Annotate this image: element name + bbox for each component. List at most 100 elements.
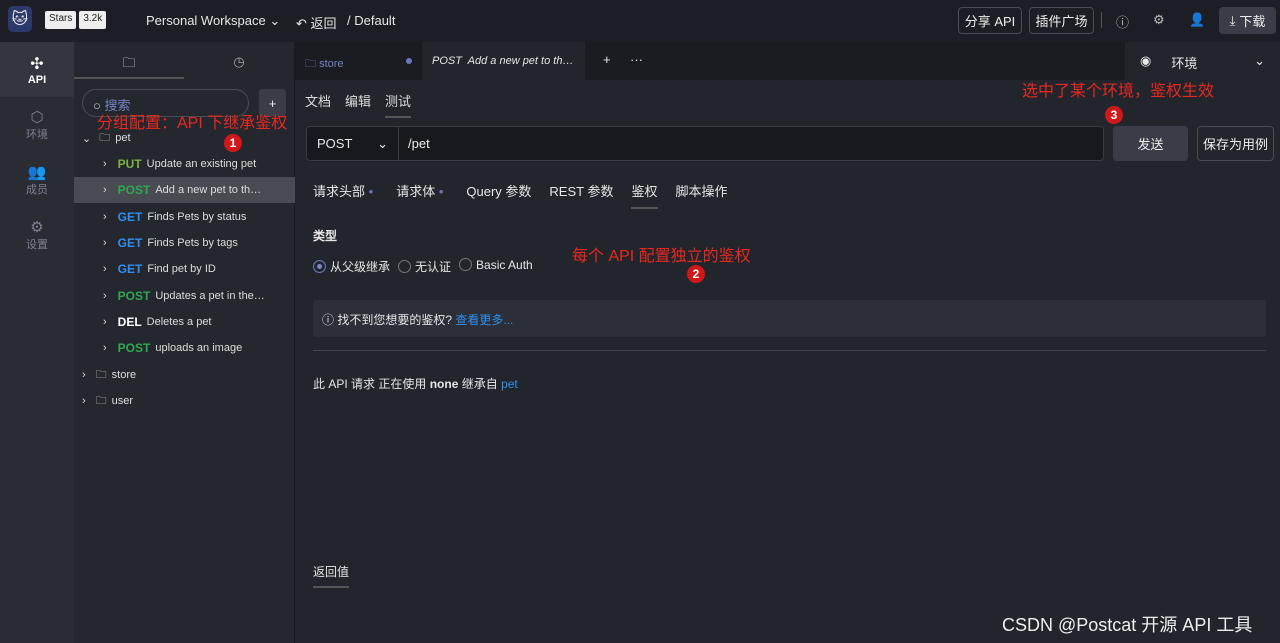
see-more-link[interactable]: 查看更多... [455,313,513,327]
radio-icon [398,260,412,273]
auth-status: 此 API 请求 正在使用 none 继承自 pet [313,375,518,392]
tree-item[interactable]: › POST Add a new pet to th… [74,177,295,204]
side-nav: ✣ API ⬡ 环境 👥 成员 ⚙ 设置 [0,42,74,643]
tab-post-add-pet[interactable]: POST Add a new pet to th… [422,42,585,80]
folder-icon: 🗀 [95,368,107,381]
nav-members[interactable]: 👥 成员 [0,152,74,207]
radio-label: 从父级继承 [330,260,391,274]
tab-body[interactable]: 请求体 • [396,181,443,209]
sub-tabs: 文档 编辑 测试 [305,91,412,118]
settings-icon[interactable]: ⚙ [1153,12,1165,28]
nav-settings[interactable]: ⚙ 设置 [0,207,74,262]
send-button[interactable]: 发送 [1113,126,1188,161]
method-value: POST [317,136,353,151]
tree-item[interactable]: › PUT Update an existing pet [74,151,295,177]
tab-store[interactable]: 🗀 store [295,42,422,80]
auth-type-radio-group: 从父级继承 无认证 Basic Auth [313,258,533,275]
method-label: POST [117,341,151,356]
tab-history[interactable]: ◷ [184,42,294,79]
radio-icon [459,258,473,271]
item-name: Deletes a pet [146,315,212,328]
radio-no-auth[interactable]: 无认证 [398,258,451,275]
tab-headers[interactable]: 请求头部 • [313,181,373,209]
radio-inherit[interactable]: 从父级继承 [313,258,390,275]
response-label[interactable]: 返回值 [313,563,350,588]
item-name: Finds Pets by status [147,210,247,223]
breadcrumb-current: Default [354,13,396,28]
back-button[interactable]: ↶ 返回 [296,13,337,32]
nav-label: API [27,73,47,86]
method-label: POST [117,183,151,198]
tree-item[interactable]: › DEL Deletes a pet [74,309,295,335]
folder-name: user [111,395,134,407]
top-bar: 🐱 Stars 3.2k Personal Workspace ⌄ ↶ 返回 / … [0,0,1280,42]
workspace-name: Personal Workspace [146,13,266,28]
chevron-right-icon: › [82,369,86,381]
method-label: GET [117,209,143,224]
workspace-selector[interactable]: Personal Workspace ⌄ [146,13,280,29]
notice-text: 找不到您想要的鉴权? [337,313,453,327]
auth-type-label: 类型 [313,229,338,243]
method-label: PUT [117,157,142,171]
folder-user[interactable]: › 🗀 user [74,388,295,414]
annotation-2: 每个 API 配置独立的鉴权 [572,248,751,265]
history-icon: ◷ [233,54,245,69]
nav-label: 设置 [26,238,48,251]
tab-apis[interactable]: 🗀 [74,42,184,79]
tab-scripts[interactable]: 脚本操作 [676,181,728,209]
tree-item[interactable]: › POST Updates a pet in the… [74,283,295,309]
github-stars-badge[interactable]: Stars 3.2k [45,11,109,29]
environment-selector[interactable]: ◉ 环境 ⌄ [1125,42,1280,80]
download-label: 下载 [1239,14,1266,29]
user-icon[interactable]: 👤 [1189,12,1205,28]
tree-item[interactable]: › POST uploads an image [74,335,295,361]
dot-indicator: • [438,184,444,199]
nav-environment[interactable]: ⬡ 环境 [0,97,74,152]
tree-item[interactable]: › GET Find pet by ID [74,256,295,282]
plugins-button[interactable]: 插件广场 [1029,7,1094,34]
method-label: DEL [117,314,142,329]
nav-api[interactable]: ✣ API [0,42,74,97]
parent-link[interactable]: pet [501,377,518,391]
save-as-case-button[interactable]: 保存为用例 [1197,126,1274,161]
share-api-button[interactable]: 分享 API [958,7,1022,34]
new-tab-icon[interactable]: + [603,52,611,67]
download-button[interactable]: ⤓ 下载 [1219,7,1276,34]
url-input[interactable] [400,127,1100,160]
annotation-3: 选中了某个环境，鉴权生效 [1022,83,1215,100]
tab-query[interactable]: Query 参数 [466,181,531,209]
item-name: Update an existing pet [146,158,257,170]
back-label: 返回 [310,16,337,31]
tree-item[interactable]: › GET Finds Pets by tags [74,230,295,256]
settings-icon: ⚙ [30,218,44,236]
nav-label: 环境 [26,128,48,141]
request-bar: POST ⌄ [306,126,1104,161]
folder-store[interactable]: › 🗀 store [74,362,295,388]
api-icon: ✣ [30,55,44,73]
more-icon[interactable]: ··· [630,52,643,67]
method-select[interactable]: POST ⌄ [307,127,399,160]
tab-docs[interactable]: 文档 [305,91,331,118]
method-label: GET [117,262,143,277]
method-label: POST [117,288,151,303]
environment-icon: ⬡ [30,108,44,126]
folder-icon: 🗀 [95,394,107,407]
dot-indicator: • [368,184,374,199]
chevron-right-icon: › [103,263,107,276]
tree-item[interactable]: › GET Finds Pets by status [74,204,295,230]
tab-rest[interactable]: REST 参数 [549,181,613,209]
chevron-right-icon: › [103,158,107,170]
status-prefix: 此 API 请求 正在使用 [313,377,427,391]
radio-basic-auth[interactable]: Basic Auth [459,258,533,275]
method-label: GET [117,235,143,250]
download-icon: ⤓ [1229,12,1236,28]
tab-auth[interactable]: 鉴权 [631,181,658,209]
tab-edit[interactable]: 编辑 [345,91,371,118]
divider [313,350,1266,351]
chevron-down-icon: ⌄ [82,132,92,145]
tab-test[interactable]: 测试 [385,91,412,118]
annotation-badge-3: 3 [1105,106,1123,124]
chevron-right-icon: › [103,236,107,249]
stars-count: 3.2k [79,11,107,29]
help-icon[interactable]: ⓘ [1116,12,1129,31]
